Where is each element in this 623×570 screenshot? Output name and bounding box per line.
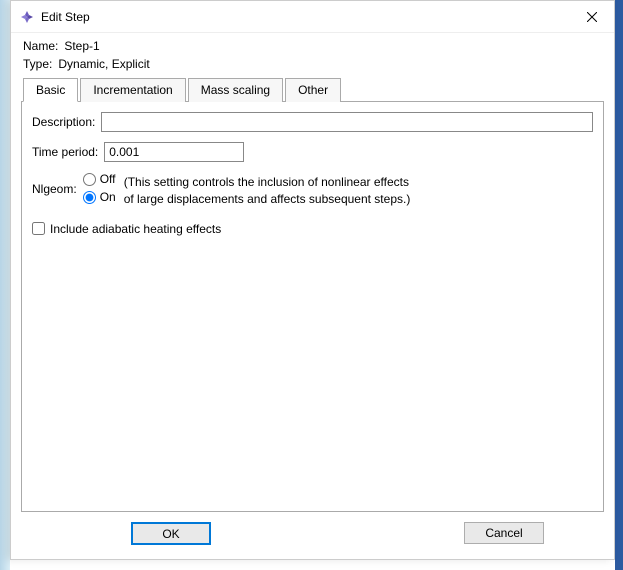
close-button[interactable] — [570, 2, 614, 32]
time-period-row: Time period: — [32, 142, 593, 162]
nlgeom-off-option[interactable]: Off — [83, 172, 116, 186]
name-value: Step-1 — [64, 39, 99, 53]
description-row: Description: — [32, 112, 593, 132]
tab-incrementation[interactable]: Incrementation — [80, 78, 185, 102]
nlgeom-on-label: On — [100, 190, 116, 204]
edit-step-dialog: Edit Step Name: Step-1 Type: Dynamic, Ex… — [10, 0, 615, 560]
nlgeom-off-label: Off — [100, 172, 116, 186]
background-edge-left — [0, 0, 10, 570]
type-row: Type: Dynamic, Explicit — [21, 57, 604, 71]
type-label: Type: — [23, 57, 52, 71]
background-edge-right — [615, 0, 623, 570]
app-icon — [19, 9, 35, 25]
dialog-title: Edit Step — [41, 10, 570, 24]
nlgeom-on-radio[interactable] — [83, 191, 96, 204]
dialog-content: Name: Step-1 Type: Dynamic, Explicit Bas… — [11, 33, 614, 545]
adiabatic-option[interactable]: Include adiabatic heating effects — [32, 222, 593, 236]
nlgeom-radio-group: Off On — [83, 172, 116, 204]
description-input[interactable] — [101, 112, 593, 132]
nlgeom-help-text: (This setting controls the inclusion of … — [124, 174, 411, 208]
description-label: Description: — [32, 115, 95, 129]
tab-panel-basic: Description: Time period: Nlgeom: Off On — [21, 102, 604, 512]
nlgeom-label: Nlgeom: — [32, 182, 77, 196]
nlgeom-on-option[interactable]: On — [83, 190, 116, 204]
type-value: Dynamic, Explicit — [58, 57, 149, 71]
close-icon — [587, 12, 597, 22]
tab-bar: Basic Incrementation Mass scaling Other — [21, 77, 604, 102]
nlgeom-help-line1: (This setting controls the inclusion of … — [124, 174, 411, 191]
titlebar: Edit Step — [11, 1, 614, 33]
nlgeom-help-line2: of large displacements and affects subse… — [124, 191, 411, 208]
tab-mass-scaling[interactable]: Mass scaling — [188, 78, 283, 102]
ok-button[interactable]: OK — [131, 522, 211, 545]
name-row: Name: Step-1 — [21, 39, 604, 53]
cancel-button[interactable]: Cancel — [464, 522, 544, 544]
adiabatic-checkbox[interactable] — [32, 222, 45, 235]
dialog-buttons: OK Cancel — [21, 512, 604, 545]
adiabatic-label: Include adiabatic heating effects — [50, 222, 221, 236]
tab-basic[interactable]: Basic — [23, 78, 78, 102]
nlgeom-off-radio[interactable] — [83, 173, 96, 186]
time-period-input[interactable] — [104, 142, 244, 162]
time-period-label: Time period: — [32, 145, 98, 159]
nlgeom-row: Nlgeom: Off On (This setting controls th… — [32, 172, 593, 208]
name-label: Name: — [23, 39, 58, 53]
tab-other[interactable]: Other — [285, 78, 341, 102]
